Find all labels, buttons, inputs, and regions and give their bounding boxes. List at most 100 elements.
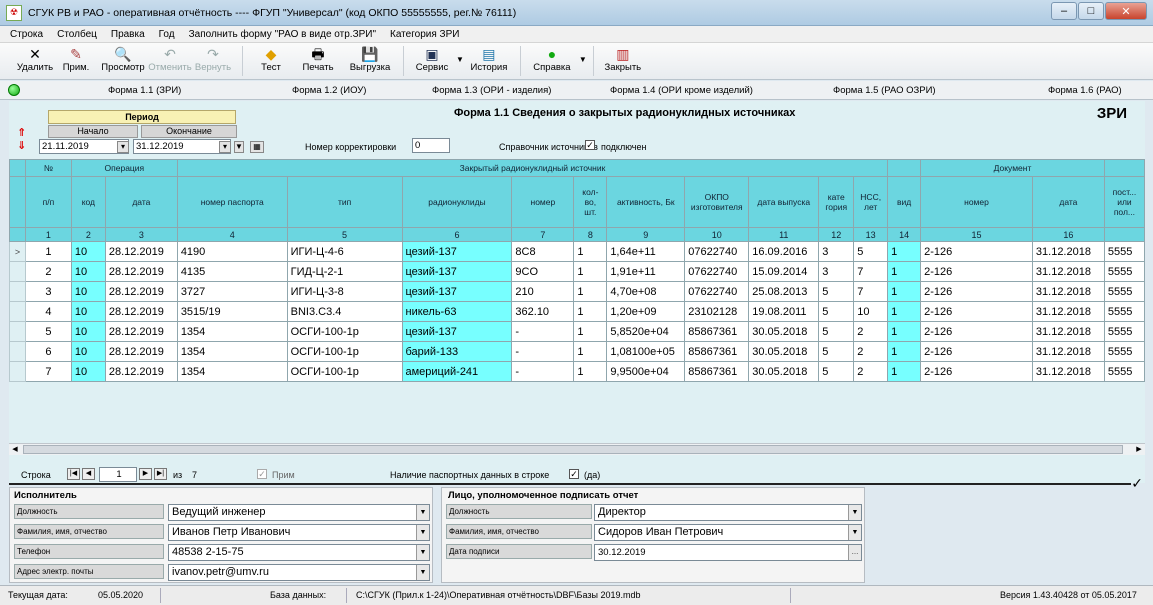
correction-input[interactable]: 0	[412, 138, 450, 153]
preview-button[interactable]: 🔍 Просмотр	[96, 43, 150, 79]
test-button[interactable]: ◆ Тест	[249, 43, 293, 79]
row-marker[interactable]	[9, 301, 26, 322]
table-cell[interactable]: 1354	[176, 341, 288, 362]
menu-year[interactable]: Год	[159, 29, 175, 40]
table-cell[interactable]: 362.10	[511, 301, 575, 322]
table-cell[interactable]: 3515/19	[176, 301, 288, 322]
executor-email-select[interactable]: ivanov.petr@umv.ru ▼	[168, 564, 430, 581]
table-cell[interactable]: -	[511, 361, 575, 382]
table-cell[interactable]: 5555	[1103, 341, 1145, 362]
table-cell[interactable]: 85867361	[684, 361, 750, 382]
confirm-check-icon[interactable]: ✓	[1131, 475, 1143, 492]
close-window-button[interactable]: ✕	[1105, 2, 1147, 20]
column-header[interactable]: номер	[511, 176, 575, 228]
tab-form-1-3[interactable]: Форма 1.3 (ОРИ - изделия)	[432, 85, 551, 96]
table-cell[interactable]: 1354	[176, 321, 288, 342]
chevron-down-icon[interactable]: ▼	[416, 545, 429, 560]
passport-checkbox[interactable]: ✓	[569, 468, 579, 479]
table-cell[interactable]: 1	[887, 281, 922, 302]
table-cell[interactable]: ГИД-Ц-2-1	[286, 261, 403, 282]
table-cell[interactable]: 1	[573, 261, 608, 282]
table-row[interactable]: 2 10 28.12.2019 4135 ГИД-Ц-2-1 цезий-137 9CO 1 1…	[9, 261, 1145, 282]
table-cell[interactable]: 28.12.2019	[104, 341, 178, 362]
table-cell[interactable]: 8C8	[511, 241, 575, 262]
table-cell[interactable]: 85867361	[684, 321, 750, 342]
undo-button[interactable]: ↶ Отменить	[148, 43, 191, 79]
arrow-down-icon[interactable]: ⇓	[17, 139, 26, 152]
table-cell[interactable]: 31.12.2018	[1031, 281, 1105, 302]
table-cell[interactable]: 2-126	[920, 321, 1033, 342]
table-cell[interactable]: 1	[573, 241, 608, 262]
menu-column[interactable]: Столбец	[57, 29, 97, 40]
table-cell[interactable]: 1354	[176, 361, 288, 382]
table-cell[interactable]: 2-126	[920, 361, 1033, 382]
signer-position-select[interactable]: Директор ▼	[594, 504, 862, 521]
table-cell[interactable]: -	[511, 341, 575, 362]
table-cell[interactable]: 1	[24, 241, 72, 262]
column-header[interactable]: п/п	[24, 176, 72, 228]
table-row[interactable]: 7 10 28.12.2019 1354 ОСГИ-100-1р америций-241…	[9, 361, 1145, 382]
horizontal-scrollbar[interactable]: ◀ ▶	[9, 443, 1145, 455]
table-cell[interactable]: 5	[818, 301, 855, 322]
table-cell[interactable]: 1	[573, 281, 608, 302]
table-cell[interactable]: 1	[887, 301, 922, 322]
table-cell[interactable]: 07622740	[684, 281, 750, 302]
table-cell[interactable]: ОСГИ-100-1р	[286, 321, 403, 342]
table-cell[interactable]: 23102128	[684, 301, 750, 322]
table-cell[interactable]: 4135	[176, 261, 288, 282]
table-cell[interactable]: 5	[853, 241, 889, 262]
table-cell[interactable]: 1	[573, 341, 608, 362]
table-cell[interactable]: цезий-137	[401, 241, 513, 262]
export-button[interactable]: 💾 Выгрузка	[343, 43, 397, 79]
table-row[interactable]: 6 10 28.12.2019 1354 ОСГИ-100-1р барий-133-1 1…	[9, 341, 1145, 362]
column-header[interactable]: код	[70, 176, 106, 228]
column-header[interactable]: дата	[1031, 176, 1105, 228]
table-cell[interactable]: 28.12.2019	[104, 241, 178, 262]
first-row-icon[interactable]: |◀	[67, 468, 80, 480]
start-dropdown-icon[interactable]: ▾	[117, 141, 129, 153]
table-cell[interactable]: 31.12.2018	[1031, 361, 1105, 382]
scroll-right-icon[interactable]: ▶	[1133, 444, 1145, 455]
row-marker[interactable]	[9, 341, 26, 362]
table-cell[interactable]: 31.12.2018	[1031, 321, 1105, 342]
table-cell[interactable]: 4,70e+08	[606, 281, 686, 302]
signer-date-input[interactable]: 30.12.2019…	[594, 544, 862, 561]
table-cell[interactable]: 1	[887, 261, 922, 282]
table-cell[interactable]: 30.05.2018	[748, 361, 820, 382]
table-cell[interactable]: 1	[887, 241, 922, 262]
delete-button[interactable]: ✕ Удалить	[14, 43, 56, 79]
table-cell[interactable]: 5	[818, 321, 855, 342]
table-cell[interactable]: никель-63	[401, 301, 513, 322]
table-cell[interactable]: 1	[887, 341, 922, 362]
column-header[interactable]: пост... или пол...	[1103, 176, 1145, 228]
table-cell[interactable]: 28.12.2019	[104, 301, 178, 322]
table-cell[interactable]: 3	[818, 241, 855, 262]
table-cell[interactable]: 1	[887, 361, 922, 382]
table-cell[interactable]: 19.08.2011	[748, 301, 820, 322]
table-cell[interactable]: америций-241	[401, 361, 513, 382]
table-cell[interactable]: барий-133	[401, 341, 513, 362]
table-cell[interactable]: 2-126	[920, 301, 1033, 322]
table-cell[interactable]: 1	[573, 321, 608, 342]
table-cell[interactable]: 15.09.2014	[748, 261, 820, 282]
table-cell[interactable]: 5	[818, 361, 855, 382]
table-cell[interactable]: 210	[511, 281, 575, 302]
note-button[interactable]: ✎ Прим.	[56, 43, 96, 79]
row-marker[interactable]	[9, 361, 26, 382]
column-header[interactable]: дата выпуска	[748, 176, 820, 228]
executor-phone-select[interactable]: 48538 2-15-75 ▼	[168, 544, 430, 561]
table-cell[interactable]: 2	[853, 361, 889, 382]
table-cell[interactable]: 1	[573, 301, 608, 322]
table-cell[interactable]: 10	[70, 301, 106, 322]
column-header[interactable]: номер	[920, 176, 1033, 228]
period-arrow-icon[interactable]: ▼	[234, 141, 244, 153]
table-cell[interactable]: 10	[70, 241, 106, 262]
end-dropdown-icon[interactable]: ▾	[219, 141, 231, 153]
table-cell[interactable]: 10	[853, 301, 889, 322]
table-cell[interactable]: 5	[24, 321, 72, 342]
table-cell[interactable]: 2-126	[920, 261, 1033, 282]
chevron-down-icon[interactable]: ▼	[848, 505, 861, 520]
row-marker[interactable]	[9, 281, 26, 302]
tab-form-1-4[interactable]: Форма 1.4 (ОРИ кроме изделий)	[610, 85, 753, 96]
table-cell[interactable]: 7	[853, 281, 889, 302]
